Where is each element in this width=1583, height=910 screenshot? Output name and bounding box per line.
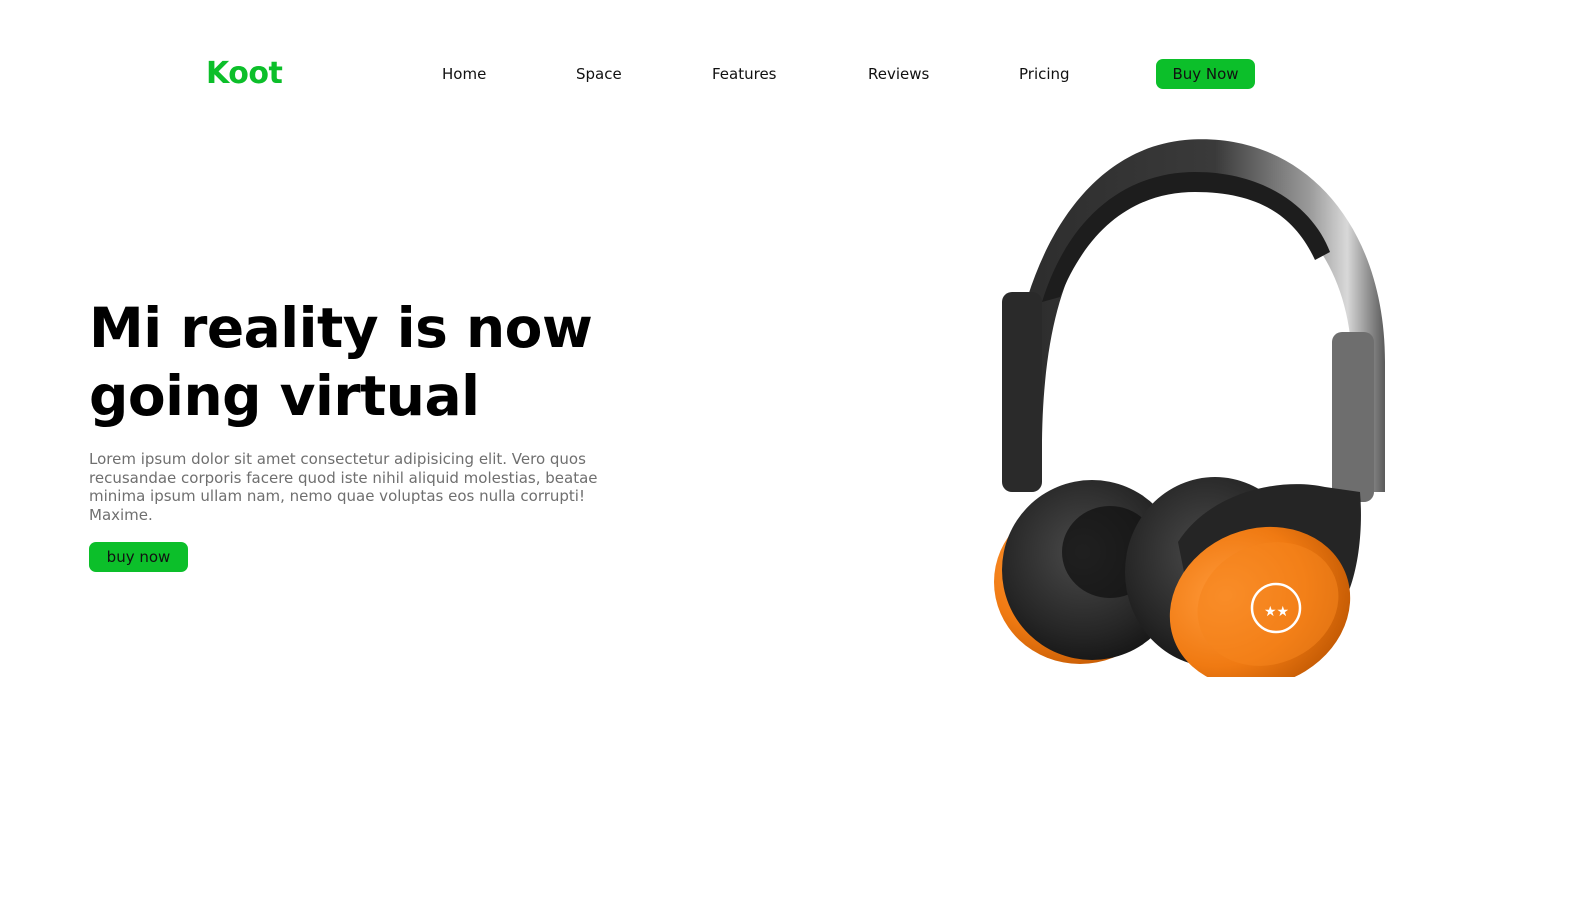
- left-slider-shape: [1002, 292, 1042, 492]
- hero-description: Lorem ipsum dolor sit amet consectetur a…: [89, 450, 598, 524]
- nav-link-home[interactable]: Home: [442, 65, 486, 83]
- nav-link-pricing[interactable]: Pricing: [1019, 65, 1070, 83]
- headphones-image: ★★: [994, 139, 1385, 677]
- hero-title: Mi reality is now going virtual: [89, 294, 709, 430]
- nav-link-reviews[interactable]: Reviews: [868, 65, 929, 83]
- nav-link-space[interactable]: Space: [576, 65, 622, 83]
- landing-page: Koot Home Space Features Reviews Pricing…: [0, 0, 1583, 910]
- hero-title-line-2: going virtual: [89, 364, 480, 428]
- nav-link-features[interactable]: Features: [712, 65, 777, 83]
- right-slider-shape: [1332, 332, 1374, 502]
- buy-now-hero-button[interactable]: buy now: [89, 542, 188, 572]
- brand-logo[interactable]: Koot: [206, 56, 283, 91]
- earcup-logo-stars-icon: ★★: [1264, 604, 1289, 620]
- headband-shape: [1007, 139, 1385, 492]
- buy-now-nav-button[interactable]: Buy Now: [1156, 59, 1255, 89]
- hero-title-line-1: Mi reality is now: [89, 296, 593, 360]
